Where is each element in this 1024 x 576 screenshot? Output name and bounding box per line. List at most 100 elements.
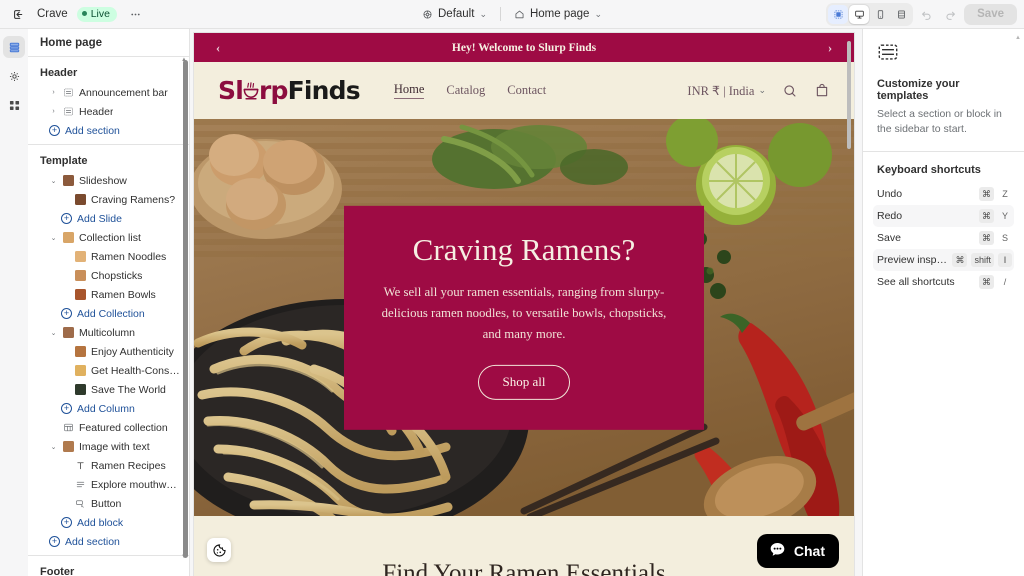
live-status-badge[interactable]: Live bbox=[76, 6, 117, 22]
tablet-view-button[interactable] bbox=[891, 5, 911, 24]
preview-scrollbar[interactable] bbox=[847, 33, 852, 576]
sidebar-group-label: Footer bbox=[40, 566, 75, 576]
logo-text-part2: rp bbox=[258, 76, 288, 105]
rail-settings-button[interactable] bbox=[3, 65, 25, 87]
more-options-button[interactable] bbox=[126, 4, 146, 24]
store-logo[interactable]: Sl rp Finds bbox=[218, 76, 361, 105]
shopping-bag-icon[interactable] bbox=[814, 83, 830, 99]
sidebar-add-button[interactable]: + Add section bbox=[28, 121, 189, 140]
logo-text-part1: Sl bbox=[218, 76, 244, 105]
sidebar-add-button[interactable]: + Add block bbox=[28, 513, 189, 532]
disclosure-triangle-icon[interactable]: › bbox=[49, 89, 58, 96]
left-icon-rail bbox=[0, 29, 28, 576]
image-icon bbox=[63, 175, 74, 186]
sidebar-item-ramen-bowls[interactable]: Ramen Bowls bbox=[28, 285, 189, 304]
sidebar-item-announcement-bar[interactable]: › Announcement bar bbox=[28, 83, 189, 102]
rail-sections-button[interactable] bbox=[3, 36, 25, 58]
sidebar-item-craving-ramens[interactable]: Craving Ramens? bbox=[28, 190, 189, 209]
sidebar-item-label: Chopsticks bbox=[91, 269, 143, 282]
sidebar-item-header[interactable]: › Header bbox=[28, 102, 189, 121]
sidebar-item-button[interactable]: Button bbox=[28, 494, 189, 513]
sidebar-group-label: Template bbox=[40, 155, 88, 167]
chevron-down-icon: ⌄ bbox=[758, 85, 766, 95]
nav-item-catalog[interactable]: Catalog bbox=[446, 83, 485, 98]
currency-selector[interactable]: INR ₹ | India ⌄ bbox=[687, 83, 766, 99]
sidebar-title: Home page bbox=[28, 29, 189, 57]
desktop-view-button[interactable] bbox=[849, 4, 870, 24]
sidebar-item-save-the-world[interactable]: Save The World bbox=[28, 380, 189, 399]
sidebar-item-explore-mouthwatering-ramen[interactable]: Explore mouthwatering ramen... bbox=[28, 475, 189, 494]
sidebar-item-multicolumn[interactable]: ⌄ Multicolumn bbox=[28, 323, 189, 342]
hero-card: Craving Ramens? We sell all your ramen e… bbox=[344, 205, 704, 431]
mobile-view-button[interactable] bbox=[870, 5, 890, 24]
live-label: Live bbox=[90, 7, 110, 20]
sidebar-item-label: Multicolumn bbox=[79, 326, 136, 339]
grid-icon bbox=[63, 422, 74, 433]
redo-button[interactable] bbox=[940, 4, 961, 25]
disclosure-triangle-icon[interactable]: ⌄ bbox=[49, 177, 58, 185]
image-icon bbox=[75, 365, 86, 376]
sidebar-add-button[interactable]: + Add Slide bbox=[28, 209, 189, 228]
shop-all-button[interactable]: Shop all bbox=[477, 365, 571, 401]
sidebar-item-label: Add section bbox=[65, 535, 120, 548]
preview-scroll-thumb[interactable] bbox=[847, 41, 851, 149]
sidebar-tree: Header › Announcement bar › Header + Add secti… bbox=[28, 57, 189, 576]
sidebar-item-enjoy-authenticity[interactable]: Enjoy Authenticity bbox=[28, 342, 189, 361]
shortcut-row: See all shortcuts ⌘ / bbox=[873, 271, 1014, 293]
announcement-prev-button[interactable]: ‹ bbox=[204, 33, 232, 62]
hero-slideshow: Craving Ramens? We sell all your ramen e… bbox=[194, 119, 854, 517]
sidebar-item-label: Save The World bbox=[91, 383, 166, 396]
sidebar-scrollbar[interactable]: ▲ ▼ bbox=[181, 57, 188, 560]
sidebar-add-button[interactable]: + Add Collection bbox=[28, 304, 189, 323]
sidebar-item-label: Enjoy Authenticity bbox=[91, 345, 174, 358]
announcement-bar: ‹ Hey! Welcome to Slurp Finds › bbox=[194, 33, 854, 62]
below-fold-section: Find Your Ramen Essentials Chat bbox=[194, 516, 854, 576]
nav-item-contact[interactable]: Contact bbox=[507, 83, 546, 98]
disclosure-triangle-icon[interactable]: ⌄ bbox=[49, 443, 58, 451]
cookie-icon[interactable] bbox=[207, 538, 231, 562]
storefront-header: Sl rp Finds Home Catalog Contact INR ₹ |… bbox=[194, 62, 854, 119]
disclosure-triangle-icon[interactable]: ⌄ bbox=[49, 329, 58, 337]
scroll-up-icon: ▲ bbox=[181, 57, 187, 63]
image-icon bbox=[75, 251, 86, 262]
fullscreen-toggle-button[interactable] bbox=[828, 4, 849, 24]
sidebar-item-ramen-noodles[interactable]: Ramen Noodles bbox=[28, 247, 189, 266]
sidebar-group-separator bbox=[28, 144, 189, 145]
sidebar-item-chopsticks[interactable]: Chopsticks bbox=[28, 266, 189, 285]
exit-editor-button[interactable] bbox=[8, 4, 28, 24]
top-bar-left: Crave Live bbox=[0, 4, 146, 24]
sidebar-item-get-health-conscious[interactable]: Get Health-Conscious bbox=[28, 361, 189, 380]
sidebar-item-featured-collection[interactable]: Featured collection bbox=[28, 418, 189, 437]
inspector-subtitle: Select a section or block in the sidebar… bbox=[877, 108, 1002, 136]
search-icon[interactable] bbox=[782, 83, 798, 99]
shortcut-label: See all shortcuts bbox=[877, 276, 955, 289]
sidebar-item-label: Add section bbox=[65, 124, 120, 137]
chat-widget-button[interactable]: Chat bbox=[756, 534, 839, 568]
rail-apps-button[interactable] bbox=[3, 94, 25, 116]
live-dot-icon bbox=[81, 11, 87, 16]
sidebar-item-label: Add Column bbox=[77, 402, 135, 415]
sidebar-add-button[interactable]: + Add section bbox=[28, 532, 189, 551]
below-fold-heading: Find Your Ramen Essentials bbox=[382, 560, 666, 576]
disclosure-triangle-icon[interactable]: › bbox=[49, 108, 58, 115]
announcement-next-button[interactable]: › bbox=[816, 33, 844, 62]
theme-selector[interactable]: Default ⌄ bbox=[415, 5, 494, 23]
sidebar-item-image-with-text[interactable]: ⌄ Image with text bbox=[28, 437, 189, 456]
chat-label: Chat bbox=[793, 543, 825, 559]
top-bar-context: Default ⌄ Home page ⌄ bbox=[387, 5, 637, 23]
page-selector[interactable]: Home page ⌄ bbox=[507, 5, 609, 23]
disclosure-triangle-icon[interactable]: ⌄ bbox=[49, 234, 58, 242]
sidebar-item-label: Image with text bbox=[79, 440, 150, 453]
inspector-panel: ▲ Customize your templates Select a sect… bbox=[862, 29, 1024, 576]
shortcut-label: Undo bbox=[877, 188, 903, 201]
shortcut-list: Undo ⌘ Z Redo ⌘ Y Save ⌘ S Preview inspector ⌘ shif… bbox=[873, 183, 1014, 293]
save-button[interactable]: Save bbox=[964, 3, 1017, 25]
shortcut-key: I bbox=[998, 253, 1012, 268]
sidebar-add-button[interactable]: + Add Column bbox=[28, 399, 189, 418]
undo-button[interactable] bbox=[916, 4, 937, 25]
sidebar-item-collection-list[interactable]: ⌄ Collection list bbox=[28, 228, 189, 247]
sidebar-item-slideshow[interactable]: ⌄ Slideshow bbox=[28, 171, 189, 190]
image-icon bbox=[63, 232, 74, 243]
sidebar-item-ramen-recipes[interactable]: Ramen Recipes bbox=[28, 456, 189, 475]
nav-item-home[interactable]: Home bbox=[393, 82, 425, 99]
